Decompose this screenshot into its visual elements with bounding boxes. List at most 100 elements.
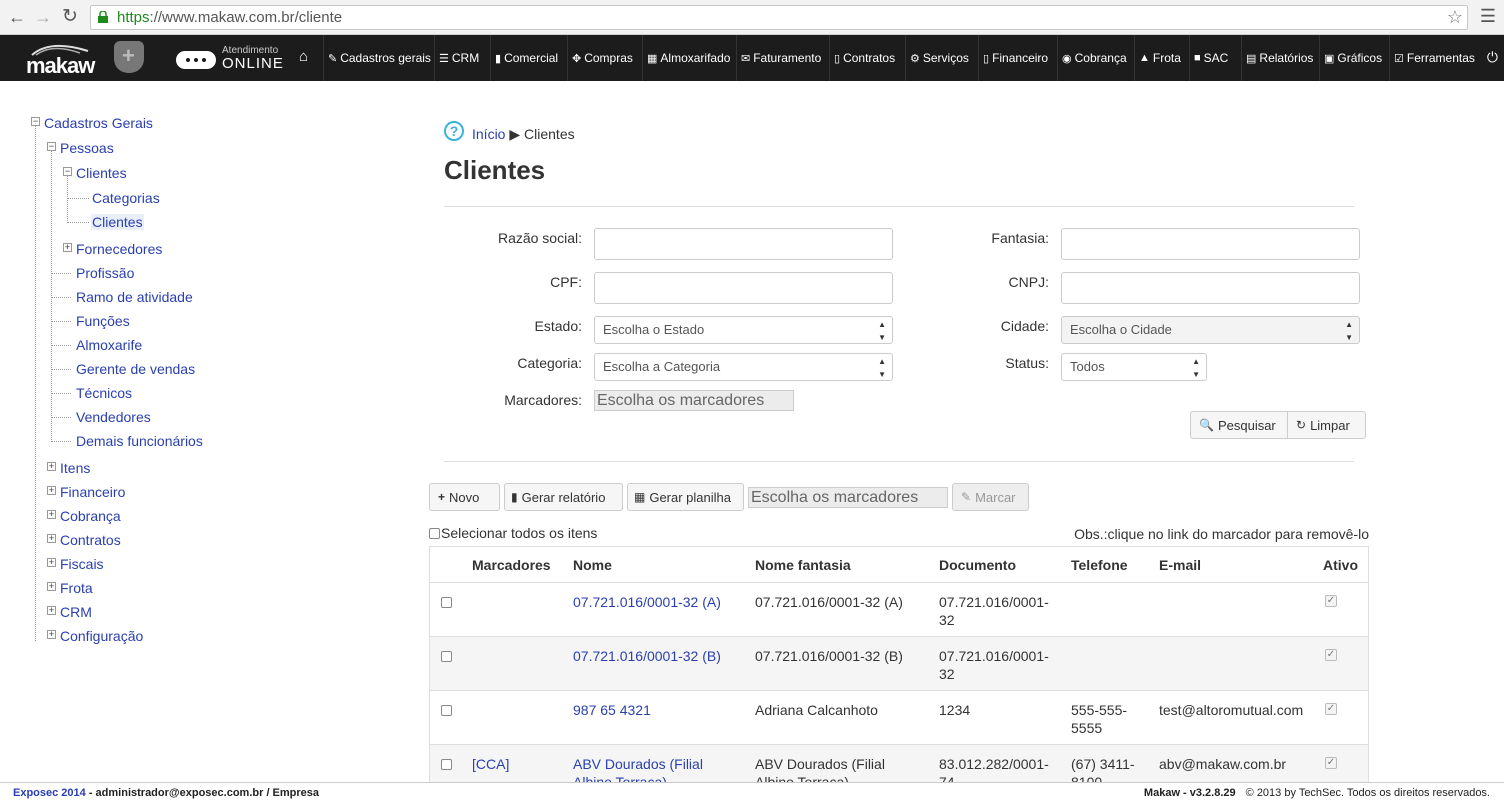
gerar-relatorio-button[interactable]: ▮ Gerar relatório (504, 483, 623, 511)
footer-brand-link[interactable]: Exposec 2014 (13, 787, 86, 799)
cnpj-input[interactable] (1061, 272, 1360, 304)
fantasia-input[interactable] (1061, 228, 1360, 260)
categoria-select[interactable]: Escolha a Categoria ▲ ▼ (594, 353, 893, 381)
expand-icon[interactable]: + (47, 582, 56, 591)
col-header-ativo[interactable]: Ativo (1323, 557, 1358, 573)
cpf-input[interactable] (594, 272, 893, 304)
col-header-marcadores[interactable]: Marcadores (472, 557, 551, 573)
menu-cadastros-gerais[interactable]: ✎ Cadastros gerais (323, 35, 435, 81)
help-icon[interactable]: ? (444, 121, 464, 141)
razao-social-input[interactable] (594, 228, 893, 260)
novo-button[interactable]: + Novo (429, 483, 500, 511)
col-header-nome[interactable]: Nome (573, 557, 612, 573)
cell-marcadores-link[interactable]: [CCA] (472, 755, 509, 773)
power-icon[interactable]: ⏻ (1487, 49, 1498, 66)
sidebar-item-gerente[interactable]: Gerente de vendas (76, 361, 195, 377)
bookmark-star-icon[interactable]: ☆ (1447, 6, 1463, 29)
sidebar-item-pessoas[interactable]: Pessoas (60, 140, 114, 156)
reload-icon[interactable]: ↻ (62, 7, 78, 26)
table-row[interactable]: 987 65 4321 Adriana Calcanhoto 1234 555-… (430, 690, 1368, 744)
breadcrumb-home-link[interactable]: Início (472, 126, 505, 142)
home-icon[interactable]: ⌂ (299, 48, 308, 65)
sidebar-item-financeiro[interactable]: Financeiro (60, 484, 125, 500)
sidebar-item-vendedores[interactable]: Vendedores (76, 409, 151, 425)
sidebar-item-categorias[interactable]: Categorias (92, 190, 160, 206)
browser-menu-icon[interactable]: ☰ (1480, 6, 1496, 27)
marcadores-input[interactable]: Escolha os marcadores (594, 390, 794, 411)
menu-graficos[interactable]: ▣ Gráficos (1319, 35, 1386, 81)
menu-crm[interactable]: ☰ CRM (434, 35, 483, 81)
sidebar-item-fiscais[interactable]: Fiscais (60, 556, 104, 572)
menu-sac[interactable]: ■ SAC (1189, 35, 1232, 81)
status-select[interactable]: Todos ▲ ▼ (1061, 353, 1207, 381)
expand-icon[interactable]: + (47, 558, 56, 567)
pesquisar-button[interactable]: 🔍 Pesquisar (1190, 411, 1288, 439)
marcadores-toolbar-input[interactable]: Escolha os marcadores (748, 487, 948, 508)
cidade-select[interactable]: Escolha o Cidade ▲ ▼ (1061, 316, 1360, 344)
collapse-icon[interactable]: − (47, 142, 56, 151)
expand-icon[interactable]: + (47, 462, 56, 471)
estado-select[interactable]: Escolha o Estado ▲ ▼ (594, 316, 893, 344)
row-checkbox[interactable] (441, 597, 452, 608)
select-all-checkbox[interactable] (429, 527, 440, 539)
sidebar-item-funcoes[interactable]: Funções (76, 313, 130, 329)
expand-icon[interactable]: + (47, 486, 56, 495)
gerar-planilha-button[interactable]: ▦ Gerar planilha (627, 483, 744, 511)
menu-compras[interactable]: ✥ Compras (567, 35, 637, 81)
makaw-logo[interactable]: makaw (4, 37, 104, 79)
sidebar-item-clientes[interactable]: Clientes (91, 214, 144, 230)
row-checkbox[interactable] (441, 759, 452, 770)
menu-servicos[interactable]: ⚙ Serviços (905, 35, 973, 81)
forward-icon[interactable]: → (34, 8, 52, 26)
sidebar-item-contratos[interactable]: Contratos (60, 532, 121, 548)
sidebar-item-cadastros-gerais[interactable]: Cadastros Gerais (44, 115, 153, 131)
sidebar-item-cobranca[interactable]: Cobrança (60, 508, 121, 524)
col-header-nome-fantasia[interactable]: Nome fantasia (755, 557, 851, 573)
table-row[interactable]: [CCA] ABV Dourados (Filial Albino Torrac… (430, 744, 1368, 785)
menu-frota[interactable]: ▲ Frota (1134, 35, 1185, 81)
menu-almoxarifado[interactable]: ▦ Almoxarifado (642, 35, 734, 81)
menu-relatorios[interactable]: ▤ Relatórios (1241, 35, 1317, 81)
menu-comercial[interactable]: ▮ Comercial (490, 35, 562, 81)
sidebar-item-configuracao[interactable]: Configuração (60, 628, 143, 644)
row-checkbox[interactable] (441, 651, 452, 662)
back-icon[interactable]: ← (8, 8, 26, 26)
expand-icon[interactable]: + (63, 243, 72, 252)
sidebar-item-fornecedores[interactable]: Fornecedores (76, 241, 162, 257)
sidebar-item-demais[interactable]: Demais funcionários (76, 433, 203, 449)
table-row[interactable]: 07.721.016/0001-32 (B) 07.721.016/0001-3… (430, 636, 1368, 690)
limpar-button[interactable]: ↻ Limpar (1287, 411, 1366, 439)
col-header-telefone[interactable]: Telefone (1071, 557, 1128, 573)
shield-icon[interactable] (114, 41, 144, 73)
row-checkbox[interactable] (441, 705, 452, 716)
menu-ferramentas[interactable]: ☑ Ferramentas (1389, 35, 1479, 81)
select-all[interactable]: Selecionar todos os itens (429, 525, 597, 541)
cell-nome-link[interactable]: 07.721.016/0001-32 (A) (573, 593, 743, 611)
table-row[interactable]: 07.721.016/0001-32 (A) 07.721.016/0001-3… (430, 582, 1368, 636)
expand-icon[interactable]: + (47, 534, 56, 543)
cell-nome-link[interactable]: 07.721.016/0001-32 (B) (573, 647, 743, 665)
sidebar-item-crm[interactable]: CRM (60, 604, 92, 620)
expand-icon[interactable]: + (47, 630, 56, 639)
cell-nome-link[interactable]: 987 65 4321 (573, 701, 743, 719)
col-header-documento[interactable]: Documento (939, 557, 1016, 573)
col-header-email[interactable]: E-mail (1159, 557, 1201, 573)
sidebar-item-almoxarife[interactable]: Almoxarife (76, 337, 142, 353)
sidebar-item-itens[interactable]: Itens (60, 460, 90, 476)
sidebar-item-tecnicos[interactable]: Técnicos (76, 385, 132, 401)
menu-faturamento[interactable]: ✉ Faturamento (736, 35, 825, 81)
atendimento-online[interactable]: Atendimento ONLINE (176, 43, 286, 73)
collapse-icon[interactable]: − (31, 117, 40, 126)
sidebar-item-frota[interactable]: Frota (60, 580, 93, 596)
expand-icon[interactable]: + (47, 510, 56, 519)
collapse-icon[interactable]: − (63, 167, 72, 176)
sidebar-item-profissao[interactable]: Profissão (76, 265, 134, 281)
menu-cobranca[interactable]: ◉ Cobrança (1057, 35, 1131, 81)
address-bar[interactable]: https://www.makaw.com.br/cliente ☆ (90, 5, 1468, 30)
expand-icon[interactable]: + (47, 606, 56, 615)
sidebar-item-clientes-group[interactable]: Clientes (76, 165, 127, 181)
marcar-button[interactable]: ✎ Marcar (952, 483, 1029, 511)
menu-financeiro[interactable]: ▯ Financeiro (978, 35, 1052, 81)
sidebar-item-ramo[interactable]: Ramo de atividade (76, 289, 193, 305)
menu-contratos[interactable]: ▯ Contratos (829, 35, 899, 81)
